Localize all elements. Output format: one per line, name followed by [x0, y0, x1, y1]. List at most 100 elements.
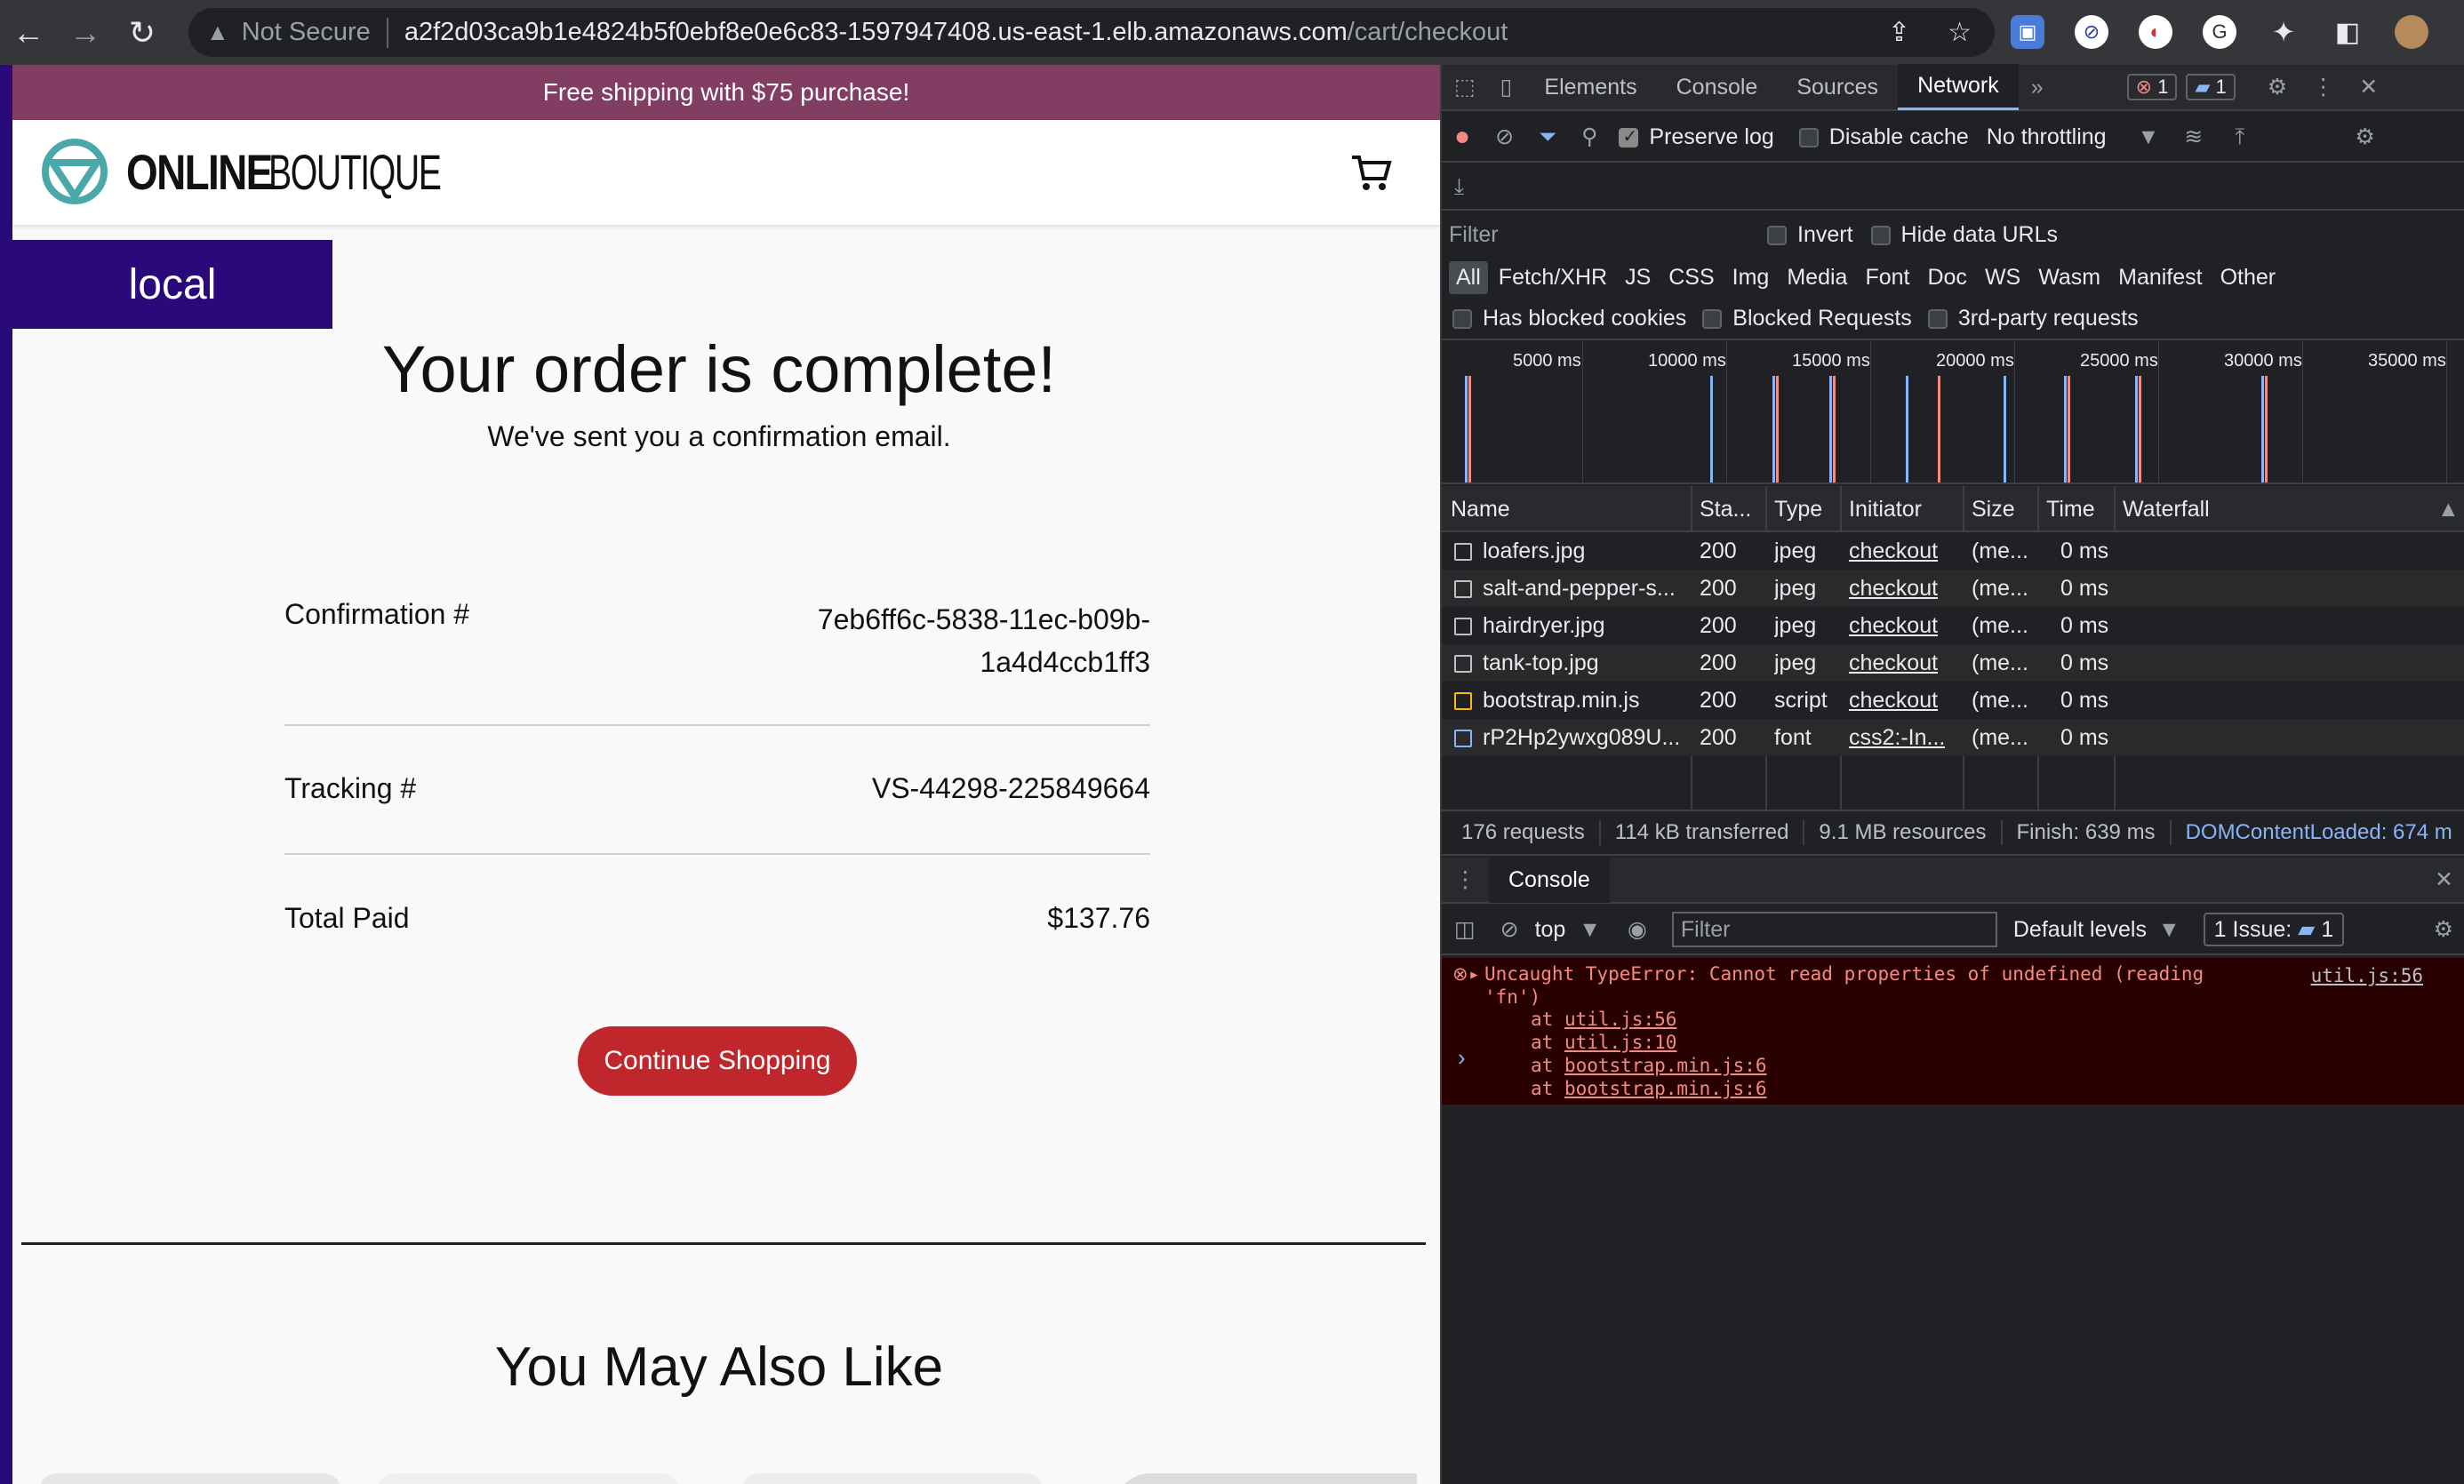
close-drawer-icon[interactable]: ✕ — [2422, 866, 2464, 893]
column-waterfall[interactable]: Waterfall — [2123, 497, 2210, 523]
tab-elements[interactable]: Elements — [1524, 64, 1656, 110]
table-row[interactable]: hairdryer.jpg 200 jpeg checkout (me... 0… — [1442, 607, 2464, 644]
hide-data-urls-checkbox[interactable]: Hide data URLs — [1870, 222, 2058, 248]
menu-kebab-icon[interactable]: ⋮ — [2459, 15, 2464, 49]
product-card[interactable] — [377, 1473, 679, 1484]
checkbox[interactable] — [1927, 308, 1948, 329]
error-count-badge[interactable]: ⊗ 1 — [2126, 74, 2178, 100]
stack-link[interactable]: bootstrap.min.js:6 — [1564, 1055, 1767, 1076]
table-row[interactable]: loafers.jpg 200 jpeg checkout (me... 0 m… — [1442, 532, 2464, 570]
request-initiator[interactable]: checkout — [1849, 539, 1938, 564]
console-clear-icon[interactable]: ⊘ — [1488, 916, 1532, 943]
network-filter-input[interactable]: Filter — [1449, 217, 1742, 252]
type-filter-other[interactable]: Other — [2213, 261, 2284, 294]
request-initiator[interactable]: checkout — [1849, 576, 1938, 602]
stack-link[interactable]: util.js:56 — [1564, 1009, 1676, 1030]
issues-button[interactable]: 1 Issue: ▰ 1 — [2203, 913, 2345, 946]
console-sidebar-icon[interactable]: ◫ — [1442, 916, 1488, 943]
site-logo[interactable]: ONLINE BOUTIQUE — [39, 136, 514, 207]
product-card[interactable] — [39, 1473, 341, 1484]
network-settings-icon[interactable]: ⚙ — [2342, 124, 2387, 150]
request-initiator[interactable]: checkout — [1849, 688, 1938, 714]
checkbox[interactable] — [1452, 308, 1472, 329]
request-initiator[interactable]: checkout — [1849, 613, 1938, 639]
device-toggle-icon[interactable]: ▯ — [1488, 74, 1525, 100]
inspect-icon[interactable]: ⬚ — [1442, 74, 1488, 100]
side-panel-icon[interactable]: ◧ — [2331, 15, 2364, 49]
table-row[interactable]: bootstrap.min.js 200 script checkout (me… — [1442, 682, 2464, 719]
block-extension-icon[interactable]: ⊘ — [2075, 15, 2108, 49]
live-expression-eye-icon[interactable]: ◉ — [1615, 916, 1660, 943]
close-devtools-icon[interactable]: ✕ — [2347, 74, 2390, 100]
checkbox[interactable] — [1870, 225, 1891, 245]
table-row[interactable]: tank-top.jpg 200 jpeg checkout (me... 0 … — [1442, 644, 2464, 682]
profile-avatar[interactable] — [2395, 15, 2428, 49]
security-label[interactable]: Not Secure — [242, 18, 371, 47]
type-filter-manifest[interactable]: Manifest — [2111, 261, 2209, 294]
type-filter-all[interactable]: All — [1449, 260, 1488, 294]
network-overview-timeline[interactable]: 5000 ms 10000 ms 15000 ms 20000 ms 25000… — [1442, 340, 2464, 484]
tab-network[interactable]: Network — [1898, 64, 2019, 110]
type-filter-img[interactable]: Img — [1725, 261, 1777, 294]
table-row[interactable]: salt-and-pepper-s... 200 jpeg checkout (… — [1442, 570, 2464, 607]
share-icon[interactable]: ⇪ — [1888, 17, 1910, 48]
stack-link[interactable]: bootstrap.min.js:6 — [1564, 1078, 1767, 1099]
type-filter-ws[interactable]: WS — [1978, 261, 2028, 294]
console-settings-icon[interactable]: ⚙ — [2421, 916, 2464, 943]
preserve-log-checkbox[interactable]: Preserve log — [1619, 124, 1774, 150]
stack-link[interactable]: util.js:10 — [1564, 1032, 1676, 1053]
drawer-menu-icon[interactable]: ⋮ — [1442, 866, 1489, 893]
back-icon[interactable]: ← — [0, 0, 57, 65]
product-card[interactable] — [741, 1473, 1044, 1484]
flag-extension-icon[interactable]: ◐ — [2139, 15, 2172, 49]
invert-checkbox[interactable]: Invert — [1767, 222, 1853, 248]
message-count-badge[interactable]: ▰ 1 — [2186, 74, 2236, 100]
error-source-link[interactable]: util.js:56 — [2311, 965, 2423, 986]
expand-arrow-icon[interactable]: ▸ — [1468, 963, 1480, 985]
forward-icon[interactable]: → — [57, 0, 114, 65]
settings-gear-icon[interactable]: ⚙ — [2255, 74, 2300, 100]
zoom-extension-icon[interactable]: ▣ — [2011, 15, 2044, 49]
checkbox[interactable] — [1767, 225, 1787, 245]
checkbox[interactable] — [1702, 308, 1723, 329]
tab-console[interactable]: Console — [1657, 64, 1778, 110]
disable-cache-checkbox[interactable]: Disable cache — [1798, 124, 1969, 150]
warning-icon[interactable]: ▲ — [206, 19, 229, 46]
type-filter-css[interactable]: CSS — [1661, 261, 1721, 294]
reload-icon[interactable]: ↻ — [114, 0, 171, 65]
devtools-menu-icon[interactable]: ⋮ — [2300, 74, 2347, 100]
third-party-checkbox[interactable]: 3rd-party requests — [1927, 306, 2139, 331]
type-filter-doc[interactable]: Doc — [1920, 261, 1973, 294]
clear-icon[interactable]: ⊘ — [1483, 124, 1526, 150]
column-size[interactable]: Size — [1972, 497, 2015, 523]
column-time[interactable]: Time — [2046, 497, 2095, 523]
checkbox[interactable] — [1798, 127, 1819, 148]
more-tabs-icon[interactable]: » — [2019, 75, 2056, 100]
continue-shopping-button[interactable]: Continue Shopping — [578, 1026, 857, 1096]
type-filter-js[interactable]: JS — [1618, 261, 1658, 294]
import-har-icon[interactable]: ⤒ — [2222, 124, 2257, 150]
type-filter-fetch[interactable]: Fetch/XHR — [1492, 261, 1614, 294]
type-filter-font[interactable]: Font — [1858, 261, 1916, 294]
console-filter-input[interactable]: Filter — [1671, 912, 1997, 947]
filter-icon[interactable]: ⏷ — [1526, 124, 1569, 150]
blocked-requests-checkbox[interactable]: Blocked Requests — [1702, 306, 1912, 331]
throttling-select[interactable]: No throttling ▼ — [1987, 124, 2160, 150]
type-filter-media[interactable]: Media — [1780, 261, 1854, 294]
tab-console-drawer[interactable]: Console — [1489, 857, 1610, 903]
type-filter-wasm[interactable]: Wasm — [2031, 261, 2108, 294]
network-conditions-icon[interactable]: ≋ — [2172, 124, 2215, 150]
column-status[interactable]: Sta... — [1700, 497, 1751, 523]
console-prompt-icon[interactable]: › — [1458, 1044, 1466, 1072]
log-levels-select[interactable]: Default levels ▼ — [2013, 917, 2180, 943]
address-bar[interactable]: ▲ Not Secure a2f2d03ca9b1e4824b5f0ebf8e0… — [188, 8, 1995, 57]
search-icon[interactable]: ⚲ — [1569, 124, 1610, 150]
export-har-icon[interactable]: ⤓ — [1442, 174, 1476, 200]
checkbox-checked[interactable] — [1619, 125, 1639, 148]
g-extension-icon[interactable]: G — [2203, 15, 2236, 49]
puzzle-extensions-icon[interactable]: ✦ — [2267, 15, 2300, 49]
table-row[interactable]: rP2Hp2ywxg089U... 200 font css2:-In... (… — [1442, 719, 2464, 756]
request-initiator[interactable]: css2:-In... — [1849, 725, 1945, 751]
sort-ascending-icon[interactable]: ▲ — [2437, 497, 2460, 523]
cart-icon[interactable] — [1350, 154, 1393, 193]
